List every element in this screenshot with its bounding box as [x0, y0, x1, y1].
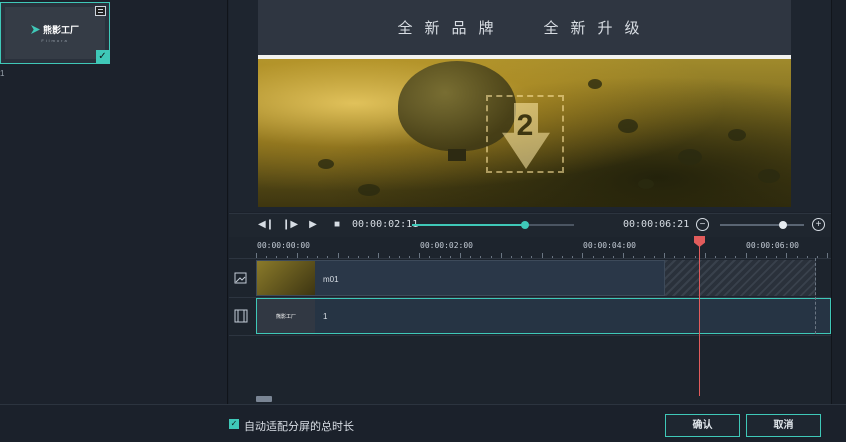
video-clip-label: m01: [323, 275, 339, 284]
current-time: 00:00:02:11: [352, 219, 419, 230]
video-clip-thumbnail: [257, 261, 315, 295]
logo-mark-icon: [30, 25, 40, 34]
scene-tree: [758, 169, 780, 183]
right-scrollbar[interactable]: [831, 0, 846, 404]
split-screen-editor: 熊影工厂 Filmora ✓ 1 全新品牌 全新升级 2 ◀❙ ❙▶ ▶ ■ 0…: [0, 0, 846, 442]
film-icon: [95, 6, 106, 16]
banner-text-right: 全新升级: [543, 19, 652, 37]
scene-tree: [728, 129, 746, 141]
preview-banner: 全新品牌 全新升级: [258, 0, 791, 55]
stop-button[interactable]: ■: [330, 218, 344, 232]
film-track-icon: [234, 309, 248, 323]
selected-check-icon: ✓: [96, 50, 109, 63]
overlay-thumbnail-logo: 熊影工厂: [275, 313, 296, 320]
video-frame: 2: [258, 59, 791, 207]
scene-tree: [678, 149, 702, 165]
thumbnail-logo-text: 熊影工厂: [42, 25, 79, 35]
banner-text-left: 全新品牌: [397, 19, 506, 37]
track-divider: [229, 258, 831, 259]
ruler-label: 00:00:02:00: [420, 241, 473, 250]
auto-fit-label[interactable]: 自动适配分屏的总时长: [244, 418, 354, 434]
previous-frame-button[interactable]: ◀❙: [258, 218, 274, 232]
thumbnail-label: 1: [0, 69, 5, 78]
progress-fill: [412, 224, 526, 226]
cancel-button[interactable]: 取消: [746, 414, 821, 437]
preview-canvas: 全新品牌 全新升级 2: [258, 0, 791, 207]
ruler-label: 00:00:04:00: [583, 241, 636, 250]
timeline-scrollbar[interactable]: [256, 396, 272, 402]
duration-end-marker: [815, 258, 816, 334]
total-time: 00:00:06:21: [623, 219, 690, 230]
track-divider: [229, 335, 831, 336]
scene-tree: [318, 159, 334, 169]
ruler-label: 00:00:06:00: [746, 241, 799, 250]
empty-region: [665, 260, 816, 296]
zoom-handle[interactable]: [779, 221, 787, 229]
overlay-clip[interactable]: 熊影工厂 1: [256, 298, 831, 334]
scene-tree: [638, 179, 654, 189]
overlay-clip-thumbnail: 熊影工厂: [257, 299, 315, 333]
playback-progress[interactable]: [412, 221, 574, 229]
time-ruler[interactable]: 00:00:00:00 00:00:02:00 00:00:04:00 00:0…: [256, 237, 831, 259]
auto-fit-checkbox[interactable]: ✓: [229, 419, 239, 429]
countdown-number: 2: [516, 109, 534, 142]
confirm-button[interactable]: 确认: [665, 414, 740, 437]
zoom-out-button[interactable]: −: [696, 218, 709, 231]
next-frame-button[interactable]: ❙▶: [282, 218, 298, 232]
overlay-clip-label: 1: [323, 312, 328, 321]
balloon-basket: [448, 149, 466, 161]
thumbnail-subtitle: Filmora: [41, 38, 69, 43]
thumbnail-logo: 熊影工厂: [30, 23, 79, 36]
video-clip[interactable]: m01: [256, 260, 665, 296]
ruler-label: 00:00:00:00: [257, 241, 310, 250]
media-panel: 熊影工厂 Filmora ✓ 1: [0, 0, 228, 404]
scene-tree: [618, 119, 638, 133]
scene-tree: [358, 184, 380, 196]
image-track-icon: [234, 272, 247, 284]
zoom-slider[interactable]: [720, 224, 804, 226]
zoom-in-button[interactable]: +: [812, 218, 825, 231]
playhead-line[interactable]: [699, 236, 700, 396]
play-button[interactable]: ▶: [306, 218, 320, 232]
thumbnail-preview: 熊影工厂 Filmora: [5, 7, 105, 59]
scene-tree: [588, 79, 602, 89]
media-thumbnail[interactable]: 熊影工厂 Filmora ✓: [0, 2, 110, 64]
